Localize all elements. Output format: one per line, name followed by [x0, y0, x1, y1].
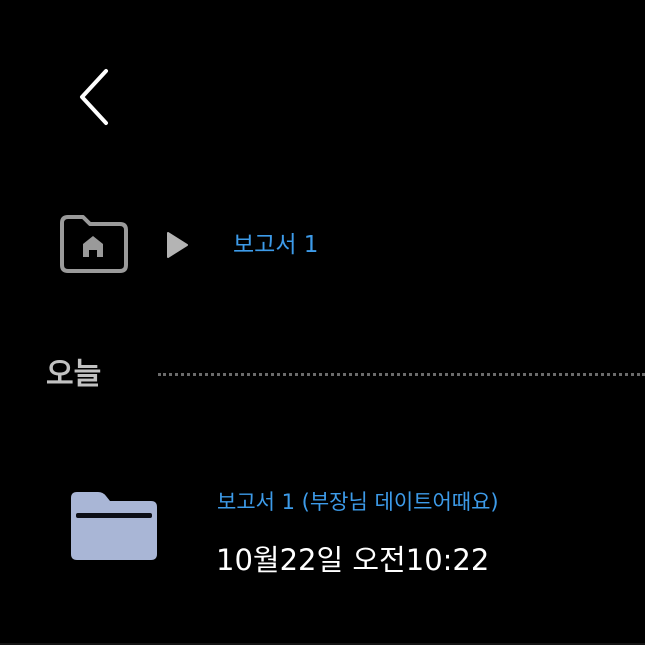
section-divider: [158, 373, 645, 376]
file-name: 보고서 1 (부장님 데이트어때요): [217, 490, 499, 514]
section-label-today: 오늘: [46, 357, 102, 392]
file-modified-date: 10월22일 오전10:22: [216, 543, 490, 577]
home-folder-button[interactable]: [56, 213, 130, 275]
breadcrumb-separator: [163, 230, 191, 260]
chevron-left-icon: [80, 69, 108, 125]
list-item[interactable]: 보고서 1 (부장님 데이트어때요) 10월22일 오전10:22: [60, 478, 645, 590]
back-button[interactable]: [72, 66, 120, 128]
play-triangle-icon: [167, 232, 188, 258]
folder-icon: [68, 488, 160, 562]
breadcrumb-current-folder[interactable]: 보고서 1: [233, 230, 318, 260]
home-folder-icon: [60, 215, 128, 273]
